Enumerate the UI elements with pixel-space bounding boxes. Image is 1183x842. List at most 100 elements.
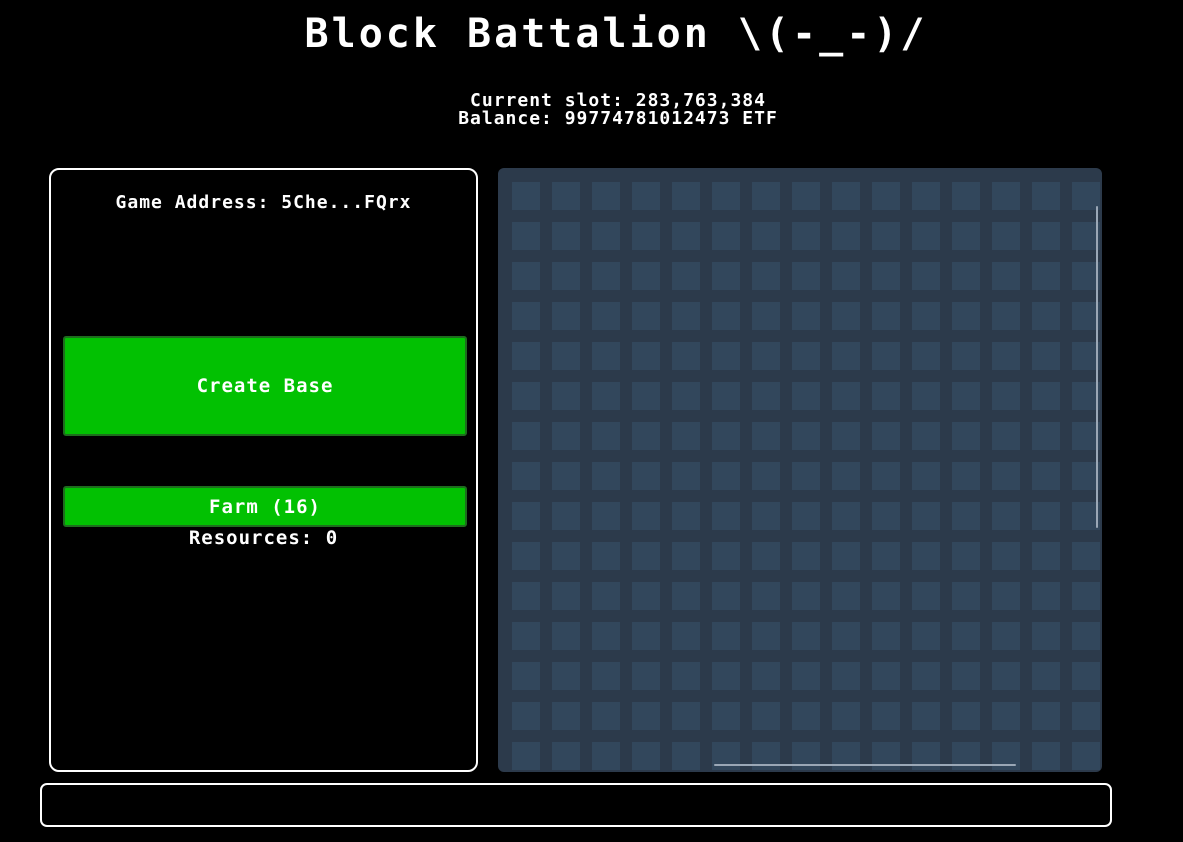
farm-button[interactable]: Farm (16) [63, 486, 467, 527]
map-tile[interactable] [992, 702, 1020, 730]
map-tile[interactable] [952, 422, 980, 450]
map-tile[interactable] [592, 422, 620, 450]
map-tile[interactable] [752, 462, 780, 490]
map-tile[interactable] [792, 382, 820, 410]
map-tile[interactable] [832, 462, 860, 490]
map-tile[interactable] [592, 622, 620, 650]
map-tile[interactable] [712, 582, 740, 610]
map-tile[interactable] [872, 342, 900, 370]
map-tile[interactable] [592, 182, 620, 210]
map-tile[interactable] [912, 262, 940, 290]
map-tile[interactable] [632, 342, 660, 370]
map-tile[interactable] [1072, 702, 1100, 730]
map-tile[interactable] [832, 542, 860, 570]
map-tile[interactable] [752, 422, 780, 450]
map-tile[interactable] [792, 662, 820, 690]
map-tile[interactable] [672, 342, 700, 370]
map-tile[interactable] [672, 302, 700, 330]
map-tile[interactable] [912, 702, 940, 730]
create-base-button[interactable]: Create Base [63, 336, 467, 436]
map-tile[interactable] [1032, 422, 1060, 450]
map-tile[interactable] [832, 222, 860, 250]
map-tile[interactable] [632, 262, 660, 290]
map-tile[interactable] [552, 622, 580, 650]
map-tile[interactable] [712, 302, 740, 330]
map-tile[interactable] [872, 262, 900, 290]
map-tile[interactable] [992, 582, 1020, 610]
map-tile[interactable] [632, 462, 660, 490]
map-tile[interactable] [632, 302, 660, 330]
map-tile[interactable] [552, 582, 580, 610]
map-tile[interactable] [952, 462, 980, 490]
map-tile[interactable] [792, 542, 820, 570]
map-tile[interactable] [752, 582, 780, 610]
map-tile[interactable] [632, 222, 660, 250]
map-tile[interactable] [792, 622, 820, 650]
map-tile[interactable] [912, 342, 940, 370]
map-tile[interactable] [752, 262, 780, 290]
map-tile[interactable] [912, 622, 940, 650]
map-tile[interactable] [752, 182, 780, 210]
map-tile[interactable] [792, 182, 820, 210]
map-tile[interactable] [752, 342, 780, 370]
map-tile[interactable] [1032, 182, 1060, 210]
map-tile[interactable] [512, 462, 540, 490]
map-tile[interactable] [1032, 542, 1060, 570]
map-tile[interactable] [1072, 662, 1100, 690]
map-tile[interactable] [832, 262, 860, 290]
map-tile[interactable] [632, 542, 660, 570]
map-tile[interactable] [592, 222, 620, 250]
map-tile[interactable] [712, 462, 740, 490]
map-tile[interactable] [872, 222, 900, 250]
map-tile[interactable] [952, 342, 980, 370]
map-tile[interactable] [832, 582, 860, 610]
map-tile[interactable] [872, 502, 900, 530]
map-tile[interactable] [752, 622, 780, 650]
map-tile[interactable] [912, 182, 940, 210]
map-tile[interactable] [992, 542, 1020, 570]
map-tile[interactable] [912, 222, 940, 250]
map-tile[interactable] [1032, 662, 1060, 690]
map-tile[interactable] [552, 662, 580, 690]
map-tile[interactable] [872, 462, 900, 490]
map-tile[interactable] [792, 582, 820, 610]
map-tile[interactable] [592, 582, 620, 610]
map-tile[interactable] [1072, 622, 1100, 650]
map-tile[interactable] [872, 622, 900, 650]
map-tile[interactable] [632, 422, 660, 450]
map-tile[interactable] [512, 502, 540, 530]
map-tile[interactable] [712, 382, 740, 410]
map-tile[interactable] [512, 742, 540, 770]
map-tile[interactable] [832, 702, 860, 730]
map-tile[interactable] [752, 222, 780, 250]
map-tile[interactable] [592, 742, 620, 770]
map-tile[interactable] [792, 422, 820, 450]
map-tile[interactable] [632, 702, 660, 730]
map-tile[interactable] [1072, 582, 1100, 610]
map-tile[interactable] [792, 302, 820, 330]
map-tile[interactable] [872, 382, 900, 410]
map-tile[interactable] [512, 542, 540, 570]
map-tile[interactable] [1032, 582, 1060, 610]
vertical-scrollbar[interactable] [1096, 206, 1098, 528]
map-tile[interactable] [832, 502, 860, 530]
map-tile[interactable] [512, 702, 540, 730]
map-tile[interactable] [712, 662, 740, 690]
map-tile[interactable] [672, 182, 700, 210]
map-tile[interactable] [912, 422, 940, 450]
map-tile[interactable] [952, 662, 980, 690]
map-tile[interactable] [592, 342, 620, 370]
map-tile[interactable] [1032, 342, 1060, 370]
map-tile[interactable] [912, 662, 940, 690]
map-tile[interactable] [672, 222, 700, 250]
map-tile[interactable] [512, 422, 540, 450]
map-tile[interactable] [712, 262, 740, 290]
map-tile[interactable] [1032, 622, 1060, 650]
map-tile[interactable] [832, 662, 860, 690]
map-tile[interactable] [672, 422, 700, 450]
map-tile[interactable] [512, 302, 540, 330]
map-tile[interactable] [952, 502, 980, 530]
map-tile[interactable] [1032, 502, 1060, 530]
horizontal-scrollbar[interactable] [714, 764, 1016, 766]
map-tile[interactable] [672, 742, 700, 770]
